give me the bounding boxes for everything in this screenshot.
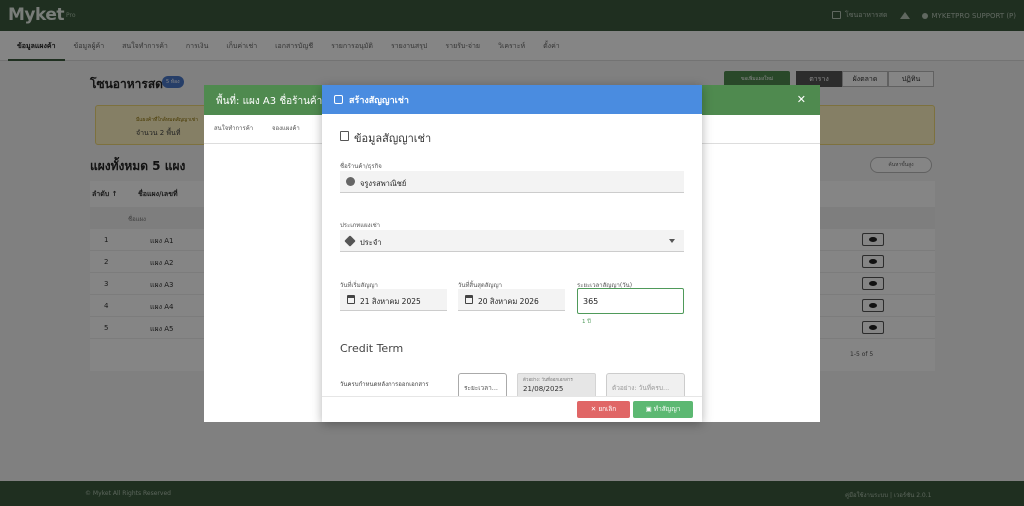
duration-value: 365	[583, 297, 599, 306]
cancel-label: ยกเลิก	[598, 405, 617, 413]
tag-icon	[344, 235, 356, 247]
credit-period-placeholder: ระยะเวลา...	[464, 384, 498, 392]
issue-date-value: 21/08/2025	[523, 385, 564, 393]
create-contract-dialog: สร้างสัญญาเช่า ข้อมูลสัญญาเช่า ชื่อร้านค…	[322, 85, 702, 422]
tab-booking[interactable]: จองแผงค้า	[272, 123, 300, 133]
confirm-label: ทำสัญญา	[653, 405, 681, 413]
credit-term-label: วันครบกำหนดหลังการออกเอกสาร	[340, 381, 429, 388]
dialog-title: สร้างสัญญาเช่า	[349, 96, 409, 106]
calendar-icon	[465, 295, 473, 304]
business-field[interactable]: จรูงรสพาณิชย์	[340, 171, 684, 193]
duration-input[interactable]: 365	[577, 288, 684, 314]
tab-interested[interactable]: สนใจทำการค้า	[214, 123, 253, 133]
calendar-icon	[347, 295, 355, 304]
create-contract-button[interactable]: ▣ ทำสัญญา	[633, 401, 693, 418]
store-dot-icon	[346, 177, 355, 186]
duration-hint: 1 ปี	[582, 319, 591, 325]
dialog-header: สร้างสัญญาเช่า	[322, 85, 702, 114]
business-label: ชื่อร้านค้า/ธุรกิจ	[340, 163, 382, 170]
dialog-footer: ✕ ยกเลิก ▣ ทำสัญญา	[322, 396, 702, 422]
issue-date-label: ตัวอย่าง: วันที่ออกเอกสาร	[523, 378, 573, 383]
close-icon[interactable]: ✕	[797, 93, 806, 106]
stall-type-value: ประจำ	[360, 238, 382, 247]
contract-icon: ▣	[645, 405, 654, 413]
cancel-button[interactable]: ✕ ยกเลิก	[577, 401, 630, 418]
stall-detail-title: พื้นที่: แผง A3 ชื่อร้านค้า	[216, 96, 323, 107]
due-date-placeholder: ตัวอย่าง: วันที่ครบ...	[612, 384, 670, 392]
chevron-down-icon	[669, 239, 675, 243]
section-title: ข้อมูลสัญญาเช่า	[354, 132, 432, 145]
start-date-value: 21 สิงหาคม 2025	[360, 297, 421, 306]
start-date-field[interactable]: 21 สิงหาคม 2025	[340, 289, 447, 311]
credit-term-title: Credit Term	[340, 342, 404, 355]
end-date-field[interactable]: 20 สิงหาคม 2026	[458, 289, 565, 311]
business-value: จรูงรสพาณิชย์	[360, 179, 407, 188]
end-date-value: 20 สิงหาคม 2026	[478, 297, 539, 306]
stall-type-label: ประเภทแผงเช่า	[340, 222, 381, 229]
contract-icon	[334, 95, 343, 104]
document-icon	[340, 131, 349, 141]
stall-type-select[interactable]: ประจำ	[340, 230, 684, 252]
